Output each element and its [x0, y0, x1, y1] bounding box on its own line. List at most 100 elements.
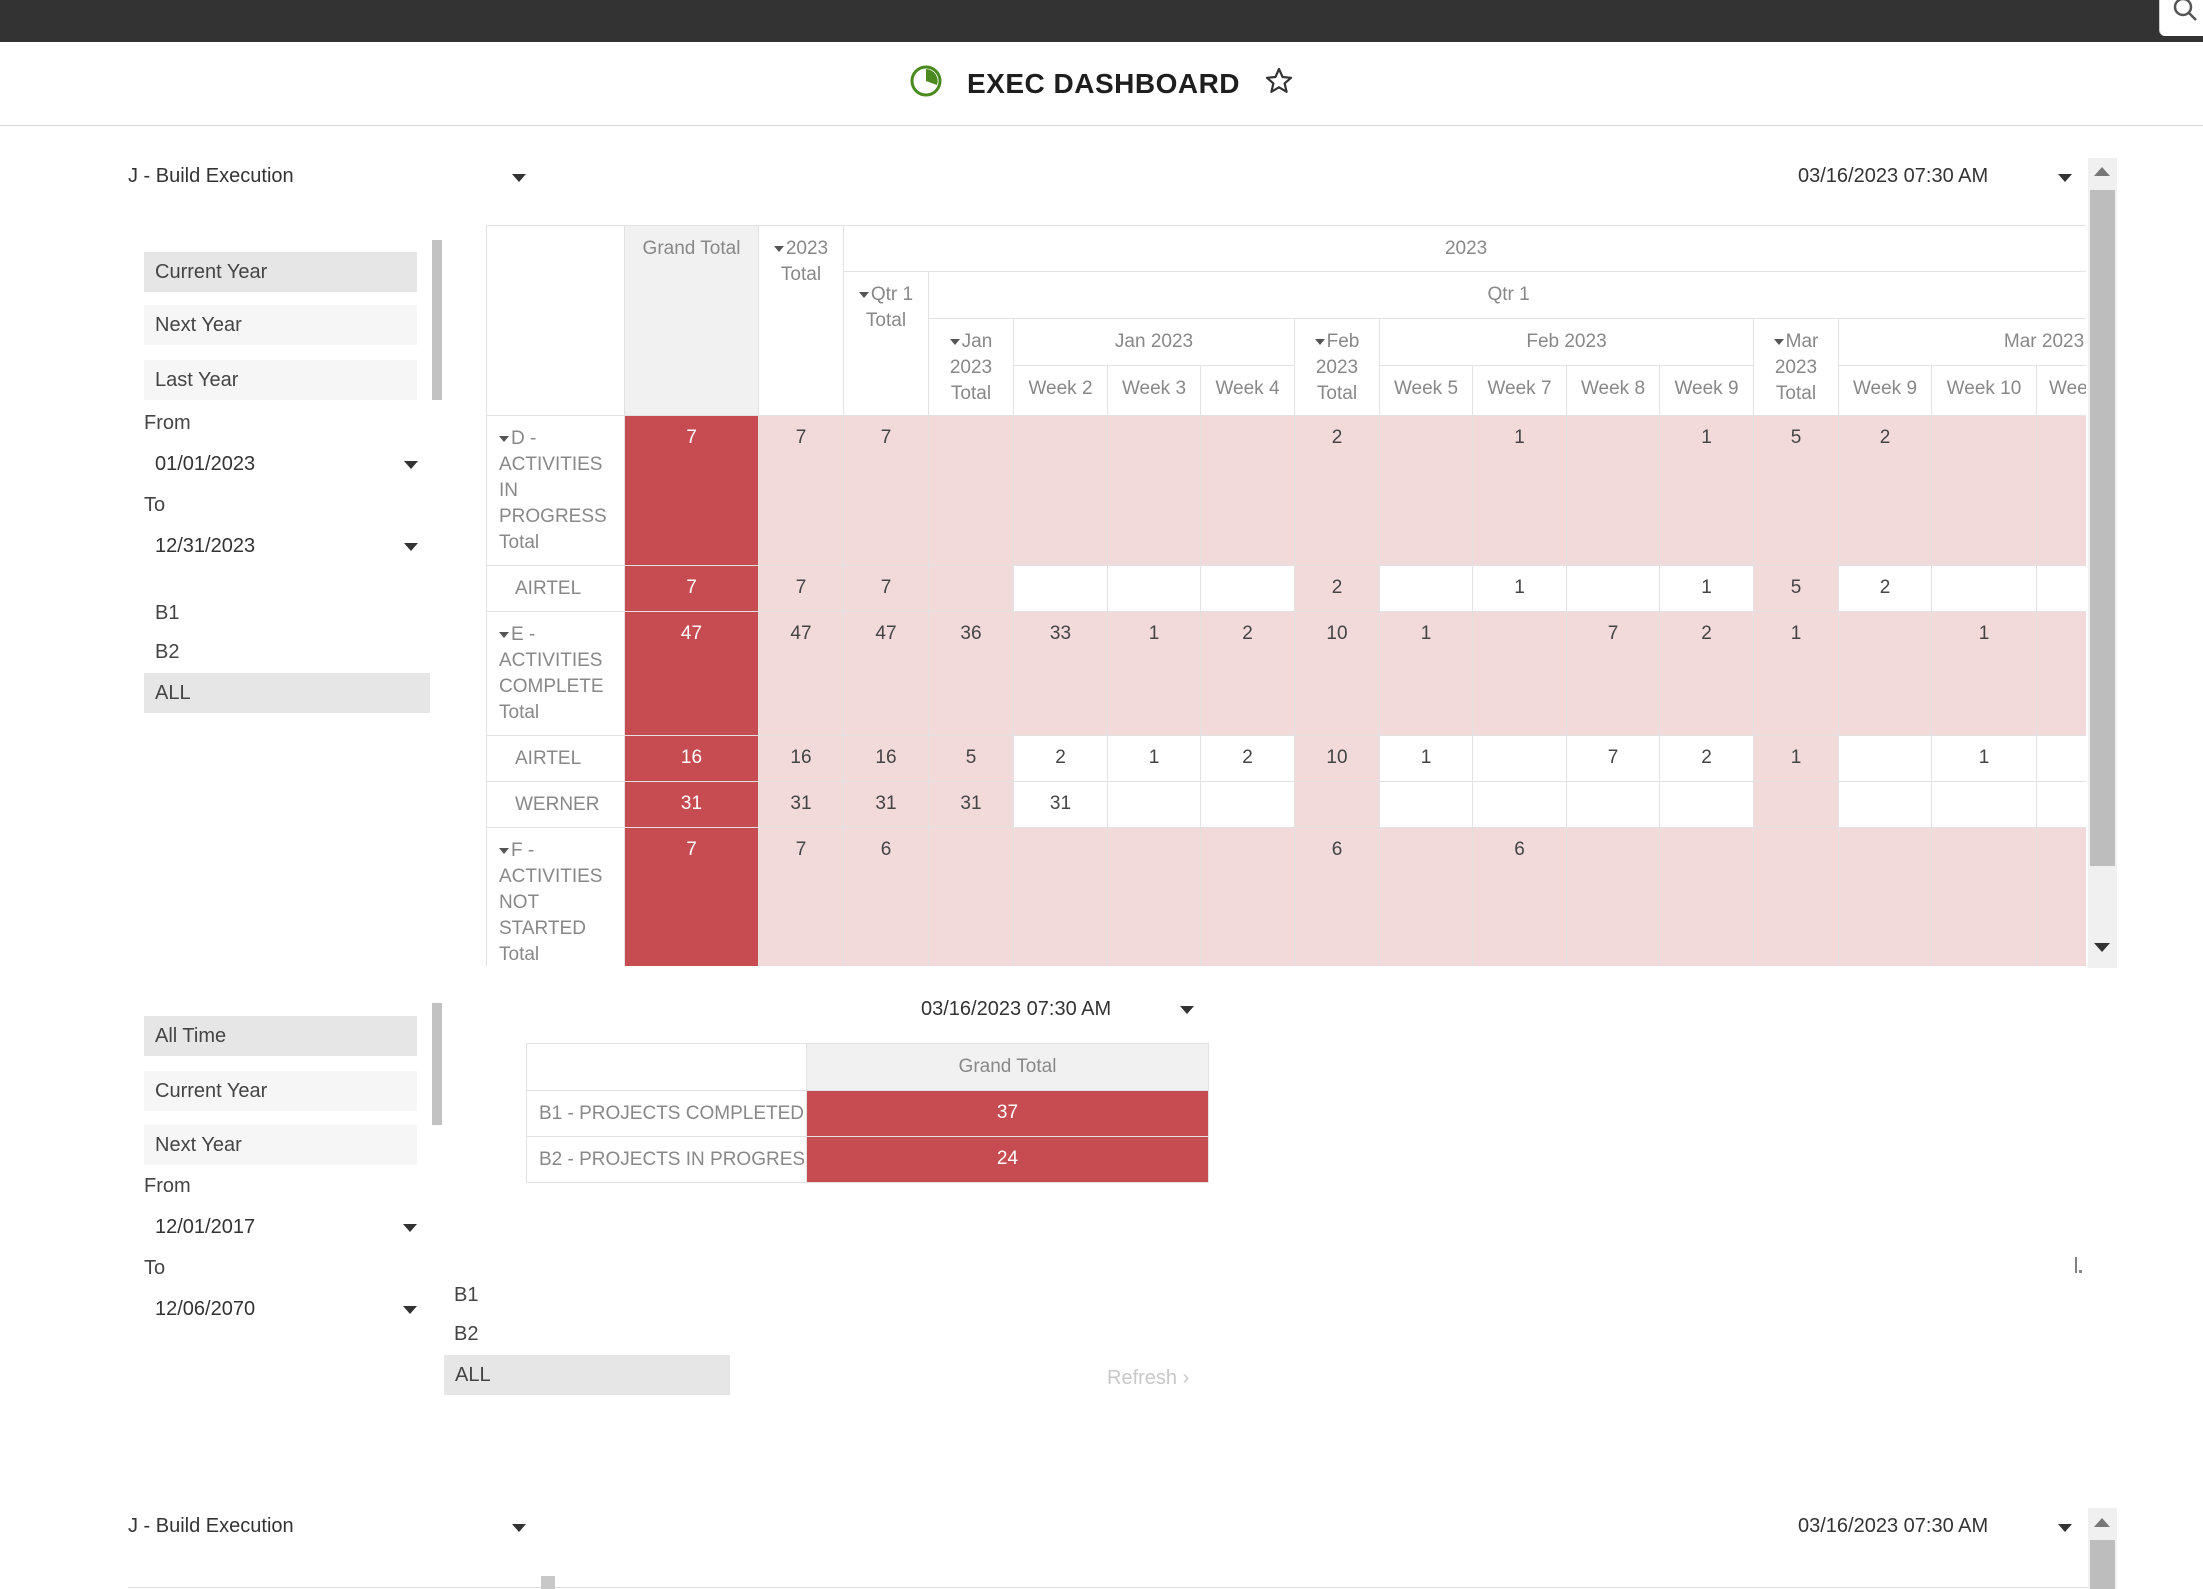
project-dropdown-3[interactable]: J - Build Execution	[128, 1515, 294, 1538]
from-date-chevron-down-icon[interactable]	[404, 461, 418, 469]
collapse-triangle-icon[interactable]	[1314, 338, 1325, 345]
period-list-scrollbar-2[interactable]	[432, 1003, 442, 1125]
row-header[interactable]: D - ACTIVITIES IN PROGRESS Total	[486, 415, 625, 566]
pivot-scrollbar-thumb-3[interactable]	[2090, 1540, 2115, 1589]
search-icon[interactable]	[2159, 0, 2203, 36]
value-cell[interactable]: 24	[806, 1136, 1209, 1183]
row-header[interactable]: E - ACTIVITIES COMPLETE Total	[486, 611, 625, 736]
value-cell[interactable]: 5	[928, 735, 1014, 782]
value-cell[interactable]: 1	[1472, 415, 1567, 566]
value-cell[interactable]: 7	[1566, 611, 1660, 736]
value-cell[interactable]: 47	[758, 611, 844, 736]
value-cell[interactable]: 1	[1659, 415, 1754, 566]
project-dropdown-chevron-down-icon-3[interactable]	[512, 1524, 526, 1532]
value-cell[interactable]	[1200, 415, 1295, 566]
value-cell[interactable]	[1931, 827, 2037, 966]
collapse-triangle-icon[interactable]	[499, 631, 509, 638]
value-cell[interactable]: 31	[624, 781, 759, 828]
period-option-all-time[interactable]: All Time	[144, 1016, 417, 1056]
value-cell[interactable]: 1	[1753, 735, 1839, 782]
value-cell[interactable]: 31	[843, 781, 929, 828]
value-cell[interactable]: 6	[1472, 827, 1567, 966]
header-week[interactable]: Week 7	[1472, 365, 1567, 416]
value-cell[interactable]: 10	[1294, 735, 1380, 782]
value-cell[interactable]: 2	[1013, 735, 1108, 782]
from-date-input[interactable]: 01/01/2023	[155, 453, 255, 476]
collapse-triangle-icon[interactable]	[858, 291, 869, 298]
value-cell[interactable]: 2	[1294, 565, 1380, 612]
header-mar-total[interactable]: Mar 2023 Total	[1753, 318, 1839, 416]
group-option-all[interactable]: ALL	[144, 673, 430, 713]
header-feb-2023[interactable]: Feb 2023	[1379, 318, 1754, 366]
group-option-b2[interactable]: B2	[155, 641, 179, 664]
header-week[interactable]: Week 5	[1379, 365, 1473, 416]
period-option-last-year[interactable]: Last Year	[144, 360, 417, 400]
value-cell[interactable]	[1013, 415, 1108, 566]
value-cell[interactable]: 1	[1107, 611, 1201, 736]
value-cell[interactable]: 2	[1200, 735, 1295, 782]
group-option-b1-2[interactable]: B1	[454, 1284, 478, 1307]
value-cell[interactable]: 47	[843, 611, 929, 736]
header-mar-2023[interactable]: Mar 2023	[1837, 318, 2086, 366]
value-cell[interactable]	[1472, 735, 1567, 782]
value-cell[interactable]	[1838, 827, 1932, 966]
value-cell[interactable]: 2	[1294, 415, 1380, 566]
value-cell[interactable]: 7	[758, 415, 844, 566]
value-cell[interactable]: 33	[1013, 611, 1108, 736]
header-2023[interactable]: 2023	[842, 225, 2086, 272]
value-cell[interactable]: 31	[928, 781, 1014, 828]
value-cell[interactable]: 2	[1659, 735, 1754, 782]
value-cell[interactable]	[2035, 781, 2086, 828]
value-cell[interactable]	[1200, 565, 1295, 612]
value-cell[interactable]: 6	[1294, 827, 1380, 966]
to-date-input-2[interactable]: 12/06/2070	[155, 1298, 255, 1321]
group-option-b2-2[interactable]: B2	[454, 1323, 478, 1346]
header-week[interactable]: Week 4	[1200, 365, 1295, 416]
favorite-star-icon[interactable]	[1264, 66, 1294, 101]
header-feb-total[interactable]: Feb 2023 Total	[1294, 318, 1380, 416]
value-cell[interactable]: 2	[1838, 415, 1932, 566]
header-grand-total[interactable]: Grand Total	[806, 1043, 1209, 1091]
snapshot-date-dropdown-2[interactable]: 03/16/2023 07:30 AM	[921, 998, 1111, 1021]
header-week[interactable]: Week 10	[1931, 365, 2037, 416]
to-date-input[interactable]: 12/31/2023	[155, 535, 255, 558]
value-cell[interactable]	[2035, 611, 2086, 736]
value-cell[interactable]	[2035, 827, 2086, 966]
value-cell[interactable]	[1753, 827, 1839, 966]
value-cell[interactable]	[1566, 827, 1660, 966]
snapshot-date-dropdown-3[interactable]: 03/16/2023 07:30 AM	[1798, 1515, 1988, 1538]
header-qtr1-total[interactable]: Qtr 1 Total	[843, 271, 929, 416]
row-header[interactable]: F - ACTIVITIES NOT STARTED Total	[486, 827, 625, 966]
value-cell[interactable]	[1566, 565, 1660, 612]
value-cell[interactable]	[1107, 415, 1201, 566]
value-cell[interactable]: 7	[843, 565, 929, 612]
header-week[interactable]: Wee	[2035, 365, 2086, 416]
value-cell[interactable]: 37	[806, 1090, 1209, 1137]
value-cell[interactable]: 47	[624, 611, 759, 736]
project-dropdown-chevron-down-icon[interactable]	[512, 174, 526, 182]
scroll-up-icon[interactable]	[2094, 1518, 2110, 1527]
to-date-chevron-down-icon-2[interactable]	[403, 1306, 417, 1314]
collapse-triangle-icon[interactable]	[499, 847, 509, 854]
header-week[interactable]: Week 3	[1107, 365, 1201, 416]
value-cell[interactable]	[2035, 735, 2086, 782]
collapse-triangle-icon[interactable]	[773, 245, 784, 252]
collapse-triangle-icon[interactable]	[949, 338, 960, 345]
value-cell[interactable]: 1	[1472, 565, 1567, 612]
value-cell[interactable]: 7	[624, 565, 759, 612]
collapse-triangle-icon[interactable]	[1773, 338, 1784, 345]
header-grand-total[interactable]: Grand Total	[624, 225, 759, 416]
value-cell[interactable]	[1379, 415, 1473, 566]
row-header[interactable]: WERNER	[486, 781, 625, 828]
value-cell[interactable]: 2	[1200, 611, 1295, 736]
value-cell[interactable]	[928, 827, 1014, 966]
header-jan-2023[interactable]: Jan 2023	[1013, 318, 1295, 366]
to-date-chevron-down-icon[interactable]	[404, 543, 418, 551]
header-week[interactable]: Week 9	[1659, 365, 1754, 416]
value-cell[interactable]: 5	[1753, 415, 1839, 566]
period-option-current-year[interactable]: Current Year	[144, 252, 417, 292]
value-cell[interactable]	[1931, 415, 2037, 566]
period-option-next-year[interactable]: Next Year	[144, 1125, 417, 1165]
snapshot-date-chevron-down-icon-3[interactable]	[2058, 1524, 2072, 1532]
value-cell[interactable]	[2035, 565, 2086, 612]
